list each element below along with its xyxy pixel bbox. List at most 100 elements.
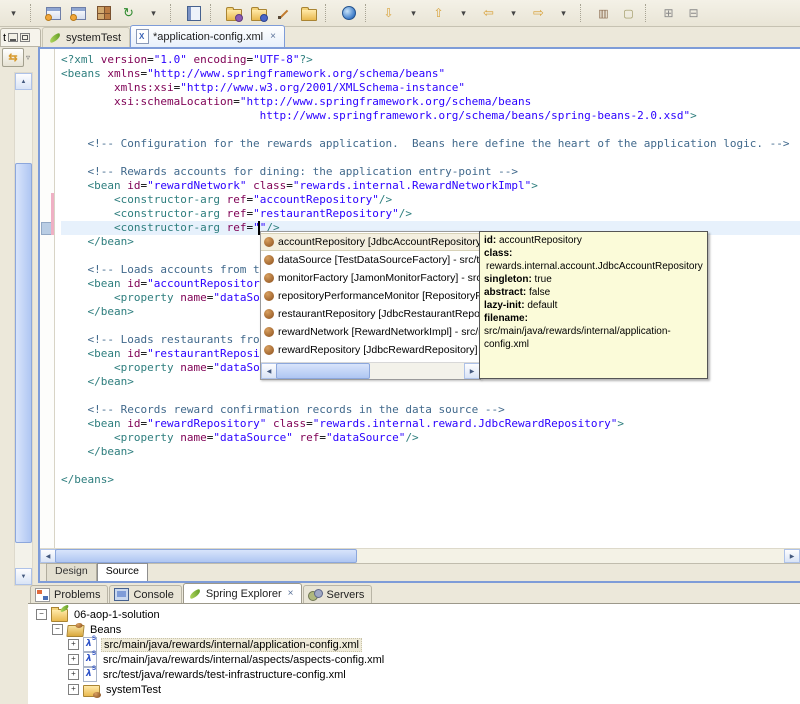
toolbar-separator <box>30 4 37 22</box>
panel-tab-console[interactable]: Console <box>109 585 182 603</box>
bean-icon <box>264 345 274 355</box>
toolbar-new-wizard-icon[interactable] <box>43 3 64 24</box>
tree-expander-icon[interactable]: − <box>52 624 63 635</box>
minimize-icon[interactable] <box>8 33 19 42</box>
tree-row[interactable]: − Beans <box>28 622 800 637</box>
toolbar-back-icon[interactable]: ⇦ <box>478 3 499 24</box>
tree-row[interactable]: + src/test/java/rewards/test-infrastructu… <box>28 666 800 682</box>
scroll-down-icon[interactable]: ▼ <box>15 568 32 585</box>
tab-design[interactable]: Design <box>46 563 97 581</box>
completion-item-label: accountRepository [JdbcAccountRepository… <box>278 236 480 248</box>
toolbar-dropdown-caret-icon[interactable]: ▾ <box>503 3 524 24</box>
toolbar-brush-icon[interactable] <box>273 3 294 24</box>
view-menu-icon[interactable]: ▿ <box>26 53 30 62</box>
vertical-scrollbar-thumb[interactable] <box>15 163 32 543</box>
toolbar-dropdown-caret-icon[interactable]: ▾ <box>553 3 574 24</box>
editor-tab[interactable]: systemTest <box>42 27 131 47</box>
tree-expander-icon[interactable]: + <box>68 654 79 665</box>
editor-horizontal-scrollbar[interactable]: ◀ ▶ <box>40 548 800 563</box>
panel-tab-problems[interactable]: Problems <box>30 585 109 603</box>
panel-tab-servers[interactable]: Servers <box>302 585 373 603</box>
popup-horizontal-scrollbar[interactable]: ◀ ▶ <box>261 362 480 379</box>
tree-expander-icon[interactable]: + <box>68 684 79 695</box>
toolbar-collapse-all-icon[interactable]: ⊟ <box>683 3 704 24</box>
panel-tab-spring-explorer[interactable]: Spring Explorer × <box>182 583 302 603</box>
completion-item[interactable]: dataSource [TestDataSourceFactory] - src… <box>261 251 480 269</box>
maximize-icon[interactable] <box>20 33 31 42</box>
main-toolbar: ▾ ↻ ▾ ⇩ ▾ ⇧ ▾ ⇦ ▾ ⇨ ▾ ▥ ▢ ⊞ ⊟ <box>0 0 800 27</box>
collapsed-view-toolbar: ⇆ ▿ <box>2 48 30 67</box>
servers-icon <box>307 588 323 601</box>
spring-project-icon <box>51 607 68 622</box>
code-line: <!-- Records reward confirmation records… <box>61 403 505 416</box>
tooltip-field: lazy-init: default <box>484 300 558 311</box>
completion-item[interactable]: monitorFactory [JamonMonitorFactory] - s… <box>261 269 480 287</box>
popup-scrollbar-thumb[interactable] <box>276 363 370 379</box>
toolbar-separator <box>580 4 587 22</box>
toolbar-dropdown-caret-icon[interactable]: ▾ <box>143 3 164 24</box>
vertical-scrollbar[interactable]: ▲ ▼ <box>14 72 33 586</box>
tree-row[interactable]: + src/main/java/rewards/internal/applicat… <box>28 636 800 652</box>
tree-row[interactable]: + systemTest <box>28 682 800 698</box>
toolbar-dropdown-caret-icon[interactable]: ▾ <box>453 3 474 24</box>
popup-scroll-left-icon[interactable]: ◀ <box>261 363 277 379</box>
spring-explorer-view: −06-aop-1-solution−Beans+src/main/java/r… <box>28 603 800 704</box>
completion-item[interactable]: rewardNetwork [RewardNetworkImpl] - src/… <box>261 323 480 341</box>
toolbar-separator <box>365 4 372 22</box>
link-with-editor-icon[interactable]: ⇆ <box>2 48 24 67</box>
tooltip-field-label: class: <box>484 248 513 259</box>
toolbar-export-icon[interactable]: ⇧ <box>428 3 449 24</box>
open-resource-blue-icon <box>250 6 268 22</box>
toolbar-dropdown-caret-icon[interactable]: ▾ <box>403 3 424 24</box>
code-line: <beans xmlns="http://www.springframework… <box>61 67 446 80</box>
open-wizard-icon <box>70 6 86 21</box>
completion-item[interactable]: accountRepository [JdbcAccountRepository… <box>261 233 480 251</box>
completion-item[interactable]: rewardRepository [JdbcRewardRepository] … <box>261 341 480 359</box>
toolbar-package-icon[interactable] <box>93 3 114 24</box>
popup-scroll-right-icon[interactable]: ▶ <box>464 363 480 379</box>
toolbar-web-browser-icon[interactable] <box>338 3 359 24</box>
scroll-left-icon[interactable]: ◀ <box>40 549 56 563</box>
toolbar-import-icon[interactable]: ⇩ <box>378 3 399 24</box>
collapsed-view-tab[interactable]: t <box>0 28 41 47</box>
editor-tab[interactable]: *application-config.xml × <box>130 25 285 47</box>
toolbar-forward-icon[interactable]: ⇨ <box>528 3 549 24</box>
horizontal-scrollbar-thumb[interactable] <box>55 549 357 563</box>
completion-item[interactable]: repositoryPerformanceMonitor [Repository… <box>261 287 480 305</box>
tree-row-label: 06-aop-1-solution <box>74 608 160 621</box>
toolbar-open-resource-blue-icon[interactable] <box>248 3 269 24</box>
toolbar-dropdown-caret-icon[interactable]: ▾ <box>3 3 24 24</box>
close-icon[interactable]: × <box>270 31 276 42</box>
toolbar-show-view-icon[interactable] <box>183 3 204 24</box>
beans-folder-icon <box>66 625 85 637</box>
toolbar-open-resource-purple-icon[interactable] <box>223 3 244 24</box>
tree-row[interactable]: + src/main/java/rewards/internal/aspects/… <box>28 651 800 667</box>
toolbar-spool-icon[interactable]: ▥ <box>593 3 614 24</box>
toolbar-tag-icon[interactable]: ▢ <box>618 3 639 24</box>
tooltip-field: singleton: true <box>484 274 552 285</box>
code-line: <bean id="rewardRepository" class="rewar… <box>61 417 624 430</box>
toolbar-separator <box>210 4 217 22</box>
scroll-right-icon[interactable]: ▶ <box>784 549 800 563</box>
toolbar-separator <box>325 4 332 22</box>
problems-icon <box>35 587 50 602</box>
scroll-up-icon[interactable]: ▲ <box>15 73 32 90</box>
toolbar-expand-all-icon[interactable]: ⊞ <box>658 3 679 24</box>
tree-row-label: src/main/java/rewards/internal/aspects/a… <box>103 653 385 666</box>
tree-expander-icon[interactable]: + <box>68 669 79 680</box>
close-icon[interactable]: × <box>288 588 294 599</box>
toolbar-open-wizard-icon[interactable] <box>68 3 89 24</box>
toolbar-folder-icon[interactable] <box>298 3 319 24</box>
code-line: <!-- Configuration for the rewards appli… <box>61 137 790 150</box>
tab-source[interactable]: Source <box>96 563 148 581</box>
spring-explorer-tree: −06-aop-1-solution−Beans+src/main/java/r… <box>28 604 800 698</box>
folder-icon <box>300 6 317 21</box>
tree-expander-icon[interactable]: − <box>36 609 47 620</box>
spring-config-icon <box>83 666 97 682</box>
tree-row[interactable]: − 06-aop-1-solution <box>28 607 800 622</box>
editor-tab-bar: systemTest *application-config.xml × <box>38 25 800 47</box>
code-line: <constructor-arg ref="restaurantReposito… <box>61 207 413 220</box>
toolbar-refresh-icon[interactable]: ↻ <box>118 3 139 24</box>
tree-expander-icon[interactable]: + <box>68 639 79 650</box>
completion-item[interactable]: restaurantRepository [JdbcRestaurantRepo… <box>261 305 480 323</box>
